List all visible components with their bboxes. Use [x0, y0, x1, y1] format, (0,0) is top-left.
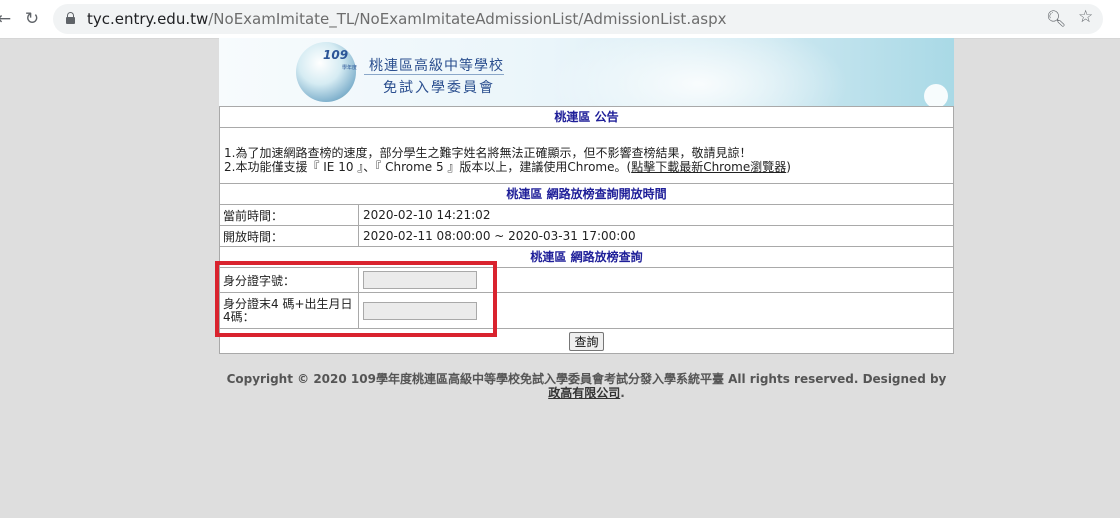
lock-icon[interactable] [66, 12, 75, 24]
current-time-label: 當前時間： [220, 205, 359, 225]
open-time-value: 2020-02-11 08:00:00 ~ 2020-03-31 17:00:0… [363, 229, 636, 243]
page-container: 109 學年度 桃連區高級中等學校 免試入學委員會 桃連區 公告 1.為了加速網… [219, 38, 954, 354]
id-number-label: 身分證字號： [220, 268, 359, 292]
verify-code-input[interactable] [363, 301, 477, 320]
current-time-value: 2020-02-10 14:21:02 [363, 208, 491, 222]
query-button-row: 查詢 [220, 329, 953, 353]
announcement-title: 桃連區 公告 [220, 106, 953, 128]
banner-title-line1: 桃連區高級中等學校 [369, 58, 504, 74]
back-arrow-icon[interactable]: ← [0, 9, 14, 29]
open-time-row: 開放時間： 2020-02-11 08:00:00 ~ 2020-03-31 1… [220, 226, 953, 246]
address-bar[interactable]: tyc.entry.edu.tw/NoExamImitate_TL/NoExam… [53, 4, 1103, 34]
announcement-text: 1.為了加速網路查榜的速度，部分學生之難字姓名將無法正確顯示，但不影響查榜結果，… [220, 128, 953, 183]
designer-company-link[interactable]: 政高有限公司 [548, 386, 620, 400]
zoom-icon[interactable]: 🔍︎ [1046, 9, 1066, 28]
download-chrome-link[interactable]: 點擊下載最新Chrome瀏覽器 [631, 160, 786, 174]
header-banner: 109 學年度 桃連區高級中等學校 免試入學委員會 [219, 38, 954, 106]
query-button[interactable]: 查詢 [569, 331, 604, 351]
reload-icon[interactable]: ↻ [22, 9, 42, 29]
open-time-label: 開放時間： [220, 226, 359, 246]
browser-toolbar: ← ↻ tyc.entry.edu.tw/NoExamImitate_TL/No… [0, 0, 1120, 39]
announcement-line-2: 2.本功能僅支援『 IE 10 』、『 Chrome 5 』版本以上，建議使用C… [224, 160, 791, 174]
open-time-title: 桃連區 網路放榜查詢開放時間 [220, 183, 953, 205]
banner-title-line2: 免試入學委員會 [383, 80, 495, 96]
main-content: 桃連區 公告 1.為了加速網路查榜的速度，部分學生之難字姓名將無法正確顯示，但不… [219, 106, 954, 354]
verify-code-row: 身分證末4 碼+出生月日4碼： [220, 293, 953, 329]
id-number-input[interactable] [363, 271, 477, 289]
verify-code-label: 身分證末4 碼+出生月日4碼： [220, 293, 359, 328]
bookmark-star-icon[interactable]: ☆ [1078, 7, 1093, 27]
current-time-row: 當前時間： 2020-02-10 14:21:02 [220, 205, 953, 226]
footer-copyright: Copyright © 2020 109學年度桃連區高級中等學校免試入學委員會考… [226, 372, 947, 400]
id-number-row: 身分證字號： [220, 268, 953, 293]
logo-number: 109 [323, 48, 349, 62]
query-title: 桃連區 網路放榜查詢 [220, 246, 953, 268]
url-text[interactable]: tyc.entry.edu.tw/NoExamImitate_TL/NoExam… [87, 10, 727, 28]
announcement-line-1: 1.為了加速網路查榜的速度，部分學生之難字姓名將無法正確顯示，但不影響查榜結果，… [224, 146, 752, 160]
logo-sub: 學年度 [342, 65, 358, 71]
